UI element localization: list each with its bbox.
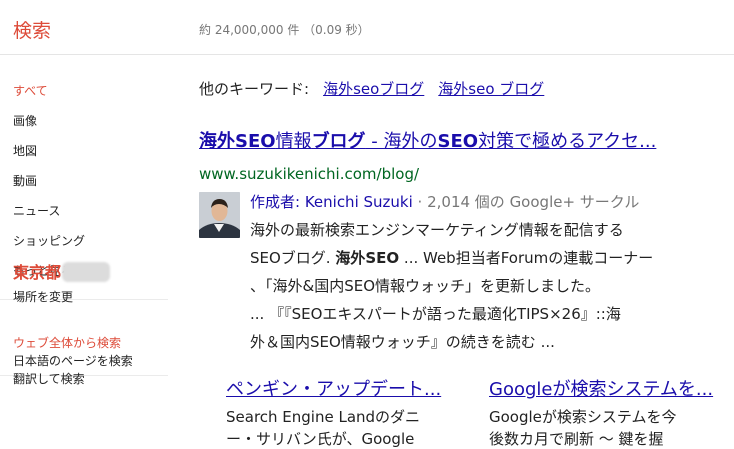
- title-text: - 海外の: [365, 131, 438, 152]
- related-link[interactable]: 海外seo ブログ: [438, 80, 544, 98]
- location-label: 東京都: [13, 263, 62, 282]
- location-name: 東京都: [13, 259, 111, 283]
- title-bold: SEO: [437, 131, 479, 152]
- title-text: 対策で極めるアクセ...: [478, 131, 657, 152]
- result-snippet-line: SEOブログ. 海外SEO ... Web担当者Forumの連載コーナー: [250, 249, 654, 267]
- title-text: 情報: [275, 131, 312, 152]
- author-avatar[interactable]: [199, 192, 240, 238]
- change-location-link[interactable]: 場所を変更: [13, 288, 73, 305]
- web-search-heading[interactable]: ウェブ全体から検索: [13, 334, 121, 351]
- sitelink-snippet: 後数カ月で刷新 〜 鍵を握: [489, 430, 664, 448]
- related-link[interactable]: 海外seoブログ: [323, 80, 424, 98]
- sitelink-title[interactable]: Googleが検索システムを...: [489, 375, 713, 401]
- related-searches: 他のキーワード: 海外seoブログ 海外seo ブログ: [199, 78, 544, 99]
- author-line: 作成者: Kenichi Suzuki · 2,014 個の Google+ サ…: [250, 191, 639, 212]
- sitelink-title[interactable]: ペンギン・アップデート...: [226, 375, 441, 401]
- sidebar-item-images[interactable]: 画像: [13, 112, 37, 129]
- redacted-blur: [62, 262, 111, 282]
- sitelink-snippet: ー・サリバン氏が、Google: [226, 430, 415, 448]
- author-meta: · 2,014 個の Google+ サークル: [412, 193, 640, 211]
- result-snippet-line: 外＆国内SEO情報ウォッチ』の続きを読む ...: [250, 333, 555, 351]
- translated-search-link[interactable]: 翻訳して検索: [13, 370, 85, 387]
- title-bold: ブログ: [311, 131, 366, 152]
- result-url: www.suzukikenichi.com/blog/: [199, 165, 420, 183]
- author-link[interactable]: 作成者: Kenichi Suzuki: [250, 193, 413, 211]
- related-label: 他のキーワード:: [199, 80, 310, 98]
- snippet-bold-term: 海外SEO: [335, 249, 400, 267]
- sidebar-item-videos[interactable]: 動画: [13, 172, 37, 189]
- result-title-link[interactable]: 海外SEO情報ブログ - 海外のSEO対策で極めるアクセ...: [199, 127, 656, 153]
- result-snippet-line: 海外の最新検索エンジンマーケティング情報を配信する: [250, 221, 624, 239]
- search-logo[interactable]: 検索: [13, 16, 51, 43]
- sitelink-snippet: Googleが検索システムを今: [489, 408, 677, 426]
- sidebar-item-news[interactable]: ニュース: [13, 202, 60, 219]
- sidebar-item-all[interactable]: すべて: [13, 82, 48, 99]
- sidebar-item-maps[interactable]: 地図: [13, 142, 37, 159]
- avatar-photo-icon: [199, 192, 240, 238]
- sidebar-item-shopping[interactable]: ショッピング: [13, 232, 85, 249]
- result-snippet-line: 、「海外&国内SEO情報ウォッチ」を更新しました。: [250, 277, 601, 295]
- top-bar: 検索 約 24,000,000 件 （0.09 秒）: [0, 0, 734, 55]
- sitelink-snippet: Search Engine Landのダニ: [226, 408, 421, 426]
- result-stats: 約 24,000,000 件 （0.09 秒）: [199, 23, 370, 37]
- result-snippet-line: ... 『『SEOエキスパートが語った最適化TIPS×26』::海: [250, 305, 621, 323]
- search-japanese-pages-link[interactable]: 日本語のページを検索: [13, 352, 133, 369]
- title-bold: 海外SEO: [199, 131, 276, 152]
